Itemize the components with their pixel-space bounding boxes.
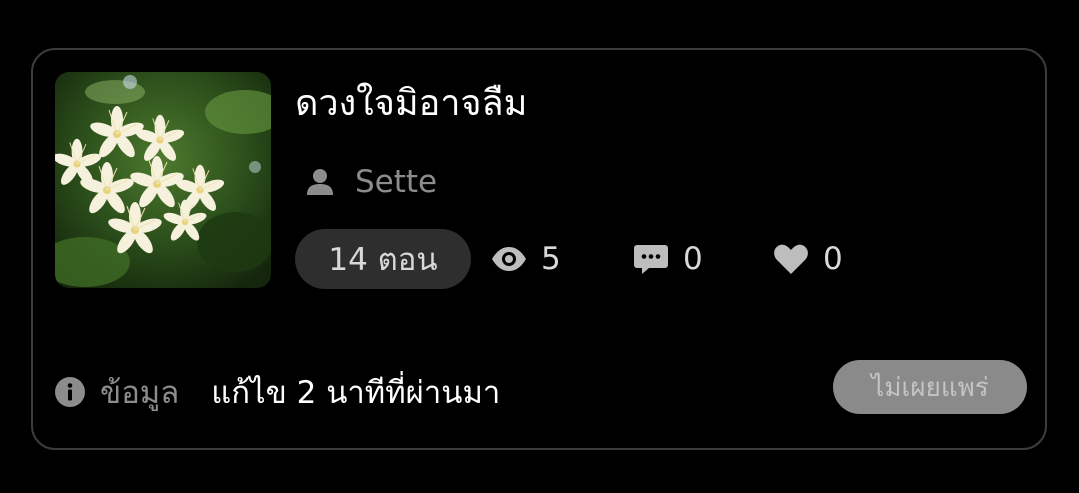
likes-stat: 0 <box>773 228 843 290</box>
episodes-count-badge[interactable]: 14 ตอน <box>295 229 471 289</box>
views-stat: 5 <box>491 228 561 290</box>
info-label: ข้อมูล <box>100 375 180 411</box>
likes-count: 0 <box>823 241 843 277</box>
unpublished-status-button[interactable]: ไม่เผยแพร่ <box>833 360 1027 414</box>
stats-row: 14 ตอน 5 0 0 <box>295 228 843 290</box>
story-title: ดวงใจมิอาจลืม <box>295 83 528 124</box>
heart-icon <box>773 241 809 277</box>
last-edited-text: แก้ไข 2 นาทีที่ผ่านมา <box>211 375 501 411</box>
eye-icon <box>491 241 527 277</box>
author-row[interactable]: Sette <box>305 162 437 202</box>
info-icon <box>55 377 85 407</box>
info-row[interactable]: ข้อมูล แก้ไข 2 นาทีที่ผ่านมา <box>55 370 500 414</box>
views-count: 5 <box>541 241 561 277</box>
person-icon <box>305 167 335 197</box>
comments-count: 0 <box>683 241 703 277</box>
comments-stat: 0 <box>633 228 703 290</box>
story-card[interactable]: ดวงใจมิอาจลืม Sette 14 ตอน 5 0 0 ข้อมูล … <box>31 48 1047 450</box>
comment-icon <box>633 241 669 277</box>
author-name: Sette <box>355 164 438 200</box>
story-cover-image[interactable] <box>55 72 271 288</box>
